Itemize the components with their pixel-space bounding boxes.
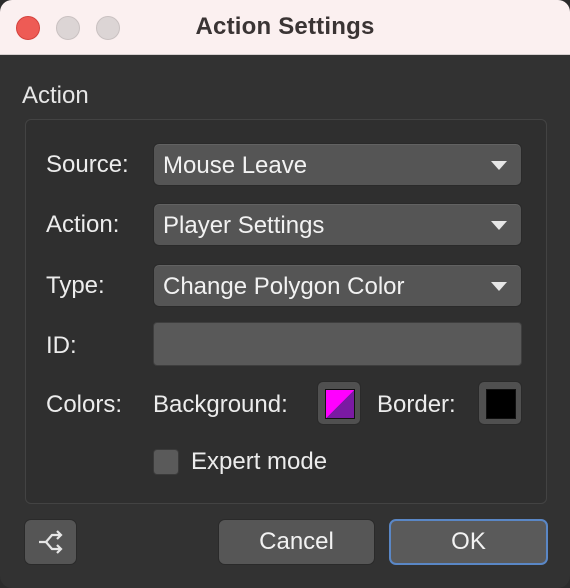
type-value: Change Polygon Color	[163, 273, 405, 300]
source-select[interactable]: Mouse Leave	[153, 143, 522, 186]
cancel-button[interactable]: Cancel	[218, 519, 375, 565]
id-field[interactable]	[153, 322, 522, 366]
share-icon	[38, 530, 63, 554]
action-value: Player Settings	[163, 212, 325, 239]
action-settings-window: Action Settings Action Source: Mouse Lea…	[0, 0, 570, 588]
border-color-swatch	[486, 389, 516, 419]
background-color-label: Background:	[153, 391, 288, 418]
source-value: Mouse Leave	[163, 152, 308, 179]
source-label: Source:	[46, 151, 129, 178]
type-select[interactable]: Change Polygon Color	[153, 264, 522, 307]
title-bar: Action Settings	[0, 0, 570, 55]
chevron-down-icon	[491, 282, 507, 291]
border-color-well[interactable]	[478, 381, 522, 425]
share-button[interactable]	[24, 519, 77, 565]
chevron-down-icon	[491, 161, 507, 170]
action-select[interactable]: Player Settings	[153, 203, 522, 246]
border-color-label: Border:	[377, 391, 456, 418]
ok-button[interactable]: OK	[389, 519, 548, 565]
expert-mode-checkbox[interactable]	[153, 449, 179, 475]
id-label: ID:	[46, 332, 77, 359]
expert-mode-label[interactable]: Expert mode	[191, 448, 327, 476]
colors-label: Colors:	[46, 391, 123, 418]
type-label: Type:	[46, 272, 105, 299]
action-label: Action:	[46, 211, 120, 238]
background-color-well[interactable]	[317, 381, 361, 425]
section-label: Action	[22, 82, 89, 109]
background-color-swatch	[325, 389, 355, 419]
window-title: Action Settings	[195, 13, 375, 40]
chevron-down-icon	[491, 221, 507, 230]
